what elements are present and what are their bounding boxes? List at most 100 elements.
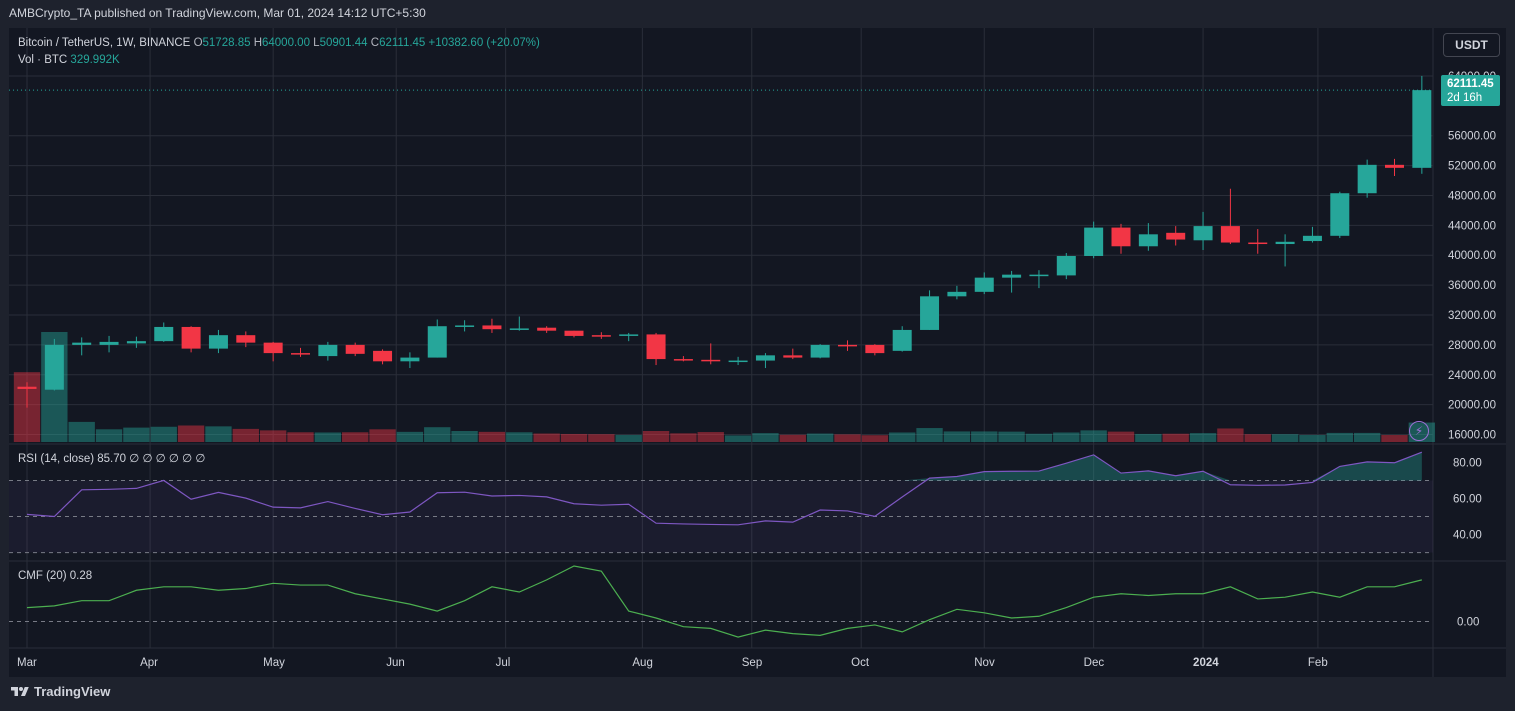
currency-button[interactable]: USDT [1443, 33, 1500, 57]
legend-high-label: H [253, 37, 262, 49]
time-tick-label: Nov [974, 657, 995, 669]
last-price-value: 62111.45 [1447, 78, 1494, 90]
candle-body [1002, 274, 1022, 278]
price-tick-label: 24000.00 [1448, 370, 1496, 382]
candle-body [99, 341, 119, 345]
candle-body [373, 350, 393, 362]
candle-body [126, 341, 146, 344]
candle-body [947, 291, 967, 297]
tradingview-logo-icon [11, 686, 29, 696]
volume-label[interactable]: Vol · BTC [18, 54, 67, 66]
volume-bar [1271, 434, 1299, 442]
candle-body [17, 386, 37, 389]
candle-body [865, 344, 885, 354]
volume-bar [861, 435, 889, 442]
price-tick-label: 36000.00 [1448, 280, 1496, 292]
legend-high-value: 64000.00 [262, 37, 310, 49]
chart-pane[interactable]: 64000.00 56000.00 52000.00 48000.00 44000.00… [9, 28, 1506, 677]
volume-bar [560, 433, 588, 442]
time-tick-label: Jul [496, 657, 511, 669]
candle-body [72, 342, 92, 345]
cmf-value: 0.28 [69, 570, 93, 582]
time-tick-label: Dec [1084, 657, 1105, 669]
candle-body [783, 355, 803, 358]
footer-brand[interactable]: TradingView [10, 684, 110, 699]
time-tick-label: Feb [1308, 657, 1328, 669]
candle-body [236, 335, 256, 343]
time-tick-label: Oct [851, 657, 870, 669]
volume-bar [1299, 435, 1326, 442]
candle-body [1248, 242, 1268, 245]
candle-body [345, 344, 365, 354]
volume-bar [232, 428, 259, 442]
candle-body [1220, 226, 1240, 243]
candle-body [892, 329, 912, 351]
volume-value: 329.992K [70, 54, 120, 66]
candle-body [1302, 235, 1322, 242]
cmf-label: CMF (20) [18, 570, 67, 582]
candle-body [646, 334, 666, 360]
volume-bar [806, 433, 834, 442]
time-tick-label: Aug [632, 657, 652, 669]
candle-body [591, 335, 611, 337]
volume-bar [670, 433, 697, 442]
volume-bar [424, 427, 451, 442]
candle-body [1138, 234, 1158, 247]
candle-body [810, 344, 830, 358]
volume-bar [533, 433, 560, 442]
candle-body [44, 344, 64, 390]
candle-body [1056, 255, 1076, 276]
legend-symbol[interactable]: Bitcoin / TetherUS, 1W, BINANCE [18, 37, 190, 49]
volume-bar [451, 431, 478, 442]
candle-body [181, 326, 201, 349]
candle-body [1111, 227, 1131, 247]
volume-bar [1162, 433, 1189, 442]
legend-close-value: 62111.45 [379, 37, 426, 49]
candle-body [755, 355, 775, 361]
volume-bar [1353, 432, 1381, 442]
lightning-icon[interactable]: ⚡ [1409, 421, 1429, 441]
price-tick-label: 52000.00 [1448, 161, 1496, 173]
volume-bar [150, 426, 177, 442]
candle-body [728, 360, 748, 363]
rsi-tick-label: 80.00 [1453, 457, 1482, 469]
candle-body [1330, 193, 1350, 236]
rsi-value: 85.70 [97, 453, 127, 465]
volume-bar [697, 432, 724, 442]
candle-body [619, 334, 639, 336]
price-tick-label: 48000.00 [1448, 190, 1496, 202]
candle-body [154, 326, 174, 342]
volume-bar [1381, 435, 1408, 442]
candle-body [1193, 226, 1213, 241]
candle-body [482, 325, 502, 330]
legend-open-label: O [193, 37, 203, 49]
published-header: AMBCrypto_TA published on TradingView.co… [9, 6, 426, 20]
cmf-tick-label: 0.00 [1457, 616, 1479, 628]
volume-bar [205, 426, 232, 442]
volume-bar [342, 432, 369, 442]
volume-bar [998, 431, 1025, 442]
volume-bar [834, 434, 861, 442]
time-tick-label: Apr [140, 657, 158, 669]
volume-bar [95, 429, 123, 442]
chart-canvas[interactable]: 64000.00 56000.00 52000.00 48000.00 44000.00… [9, 28, 1506, 677]
volume-bar [615, 435, 642, 442]
volume-bar [779, 434, 806, 442]
cmf-legend[interactable]: CMF (20) 0.28 [18, 570, 92, 582]
volume-bar [1217, 428, 1244, 442]
time-tick-label: Mar [17, 657, 37, 669]
volume-bar [1107, 431, 1135, 442]
candle-body [1084, 227, 1104, 256]
rsi-legend[interactable]: RSI (14, close) 85.70 ∅ ∅ ∅ ∅ ∅ ∅ [18, 451, 205, 465]
candle-body [974, 277, 994, 292]
legend-close-label: C [370, 37, 380, 49]
volume-bar [287, 432, 314, 442]
volume-bar [314, 432, 342, 442]
candle-body [673, 359, 693, 361]
legend-change: +10382.60 (+20.07%) [428, 37, 540, 49]
legend-volume-row: Vol · BTC 329.992K [18, 52, 540, 69]
price-tick-label: 16000.00 [1448, 430, 1496, 442]
main-legend: Bitcoin / TetherUS, 1W, BINANCE O51728.8… [18, 35, 540, 69]
volume-bar [369, 429, 396, 442]
volume-bar [588, 434, 615, 442]
